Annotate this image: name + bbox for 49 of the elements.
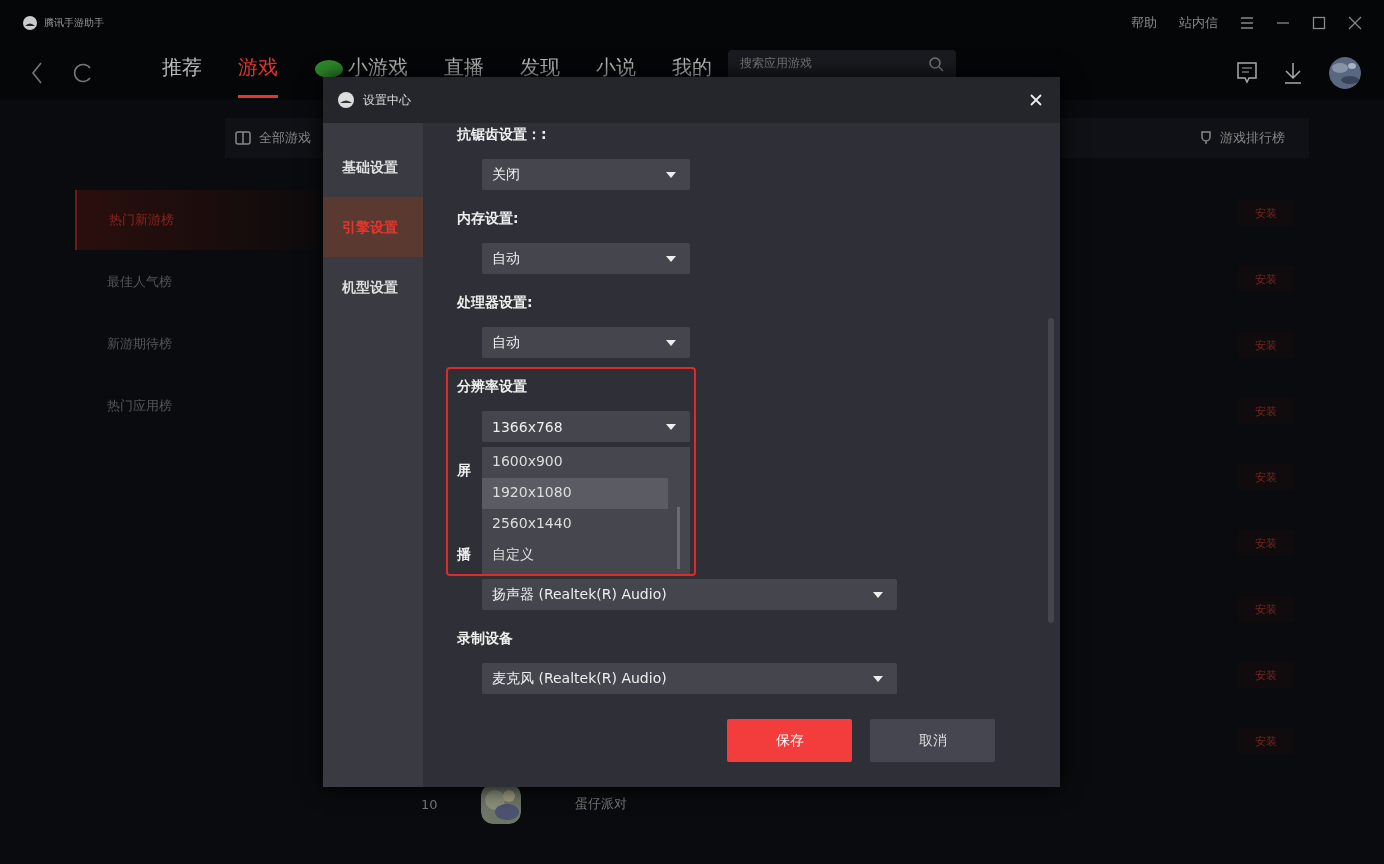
caret-icon <box>873 675 883 682</box>
grid-icon <box>235 131 251 145</box>
setting-label: 播 <box>457 545 471 564</box>
back-icon[interactable] <box>30 61 44 85</box>
toolbar-label[interactable]: 全部游戏 <box>259 129 311 147</box>
dropdown[interactable]: 麦克风 (Realtek(R) Audio) <box>482 663 897 694</box>
toolbar-label[interactable]: 游戏排行榜 <box>1220 129 1285 147</box>
setting-label: 处理器设置: <box>457 293 533 312</box>
settings-category[interactable]: 机型设置 <box>323 257 423 317</box>
scrollbar[interactable] <box>677 507 680 569</box>
top-link[interactable]: 帮助 <box>1131 14 1157 32</box>
dropdown[interactable]: 1366x768 <box>482 411 690 442</box>
dropdown-option[interactable]: 2560x1440 <box>482 509 668 540</box>
dropdown-option[interactable]: 1920x1080 <box>482 478 668 509</box>
app-title: 腾讯手游助手 <box>44 16 104 30</box>
caret-icon <box>666 339 676 346</box>
top-link[interactable]: 站内信 <box>1179 14 1218 32</box>
dropdown[interactable]: 扬声器 (Realtek(R) Audio) <box>482 579 897 610</box>
setting-label: 抗锯齿设置：: <box>457 125 547 144</box>
setting-label: 分辨率设置 <box>457 377 527 396</box>
dropdown[interactable]: 自动 <box>482 243 690 274</box>
search-icon[interactable] <box>928 56 944 72</box>
settings-category[interactable]: 基础设置 <box>323 137 423 197</box>
setting-label: 内存设置: <box>457 209 519 228</box>
caret-icon <box>666 255 676 262</box>
maximize-icon[interactable] <box>1312 16 1326 30</box>
dropdown[interactable]: 自动 <box>482 327 690 358</box>
setting-label: 屏 <box>457 461 471 480</box>
caret-icon <box>873 591 883 598</box>
dropdown-option[interactable]: 1600x900 <box>482 447 668 478</box>
game-name: 蛋仔派对 <box>575 795 627 813</box>
cancel-button[interactable]: 取消 <box>870 719 995 762</box>
nav-tab[interactable]: 推荐 <box>162 48 202 98</box>
menu-icon[interactable] <box>1240 16 1254 30</box>
download-icon[interactable] <box>1282 61 1304 85</box>
dialog-title: 设置中心 <box>363 91 411 109</box>
dropdown-option[interactable]: 自定义 <box>482 540 668 571</box>
save-button[interactable]: 保存 <box>727 719 852 762</box>
message-icon[interactable] <box>1236 61 1258 85</box>
app-logo-icon <box>22 15 38 31</box>
rank-number: 10 <box>421 796 439 812</box>
dropdown[interactable]: 关闭 <box>482 159 690 190</box>
setting-label: 录制设备 <box>457 629 513 648</box>
caret-icon <box>666 171 676 178</box>
refresh-icon[interactable] <box>72 62 94 84</box>
app-logo-icon <box>337 91 355 109</box>
caret-icon <box>666 423 676 430</box>
close-icon[interactable] <box>1348 16 1362 30</box>
trophy-icon <box>1200 131 1212 145</box>
